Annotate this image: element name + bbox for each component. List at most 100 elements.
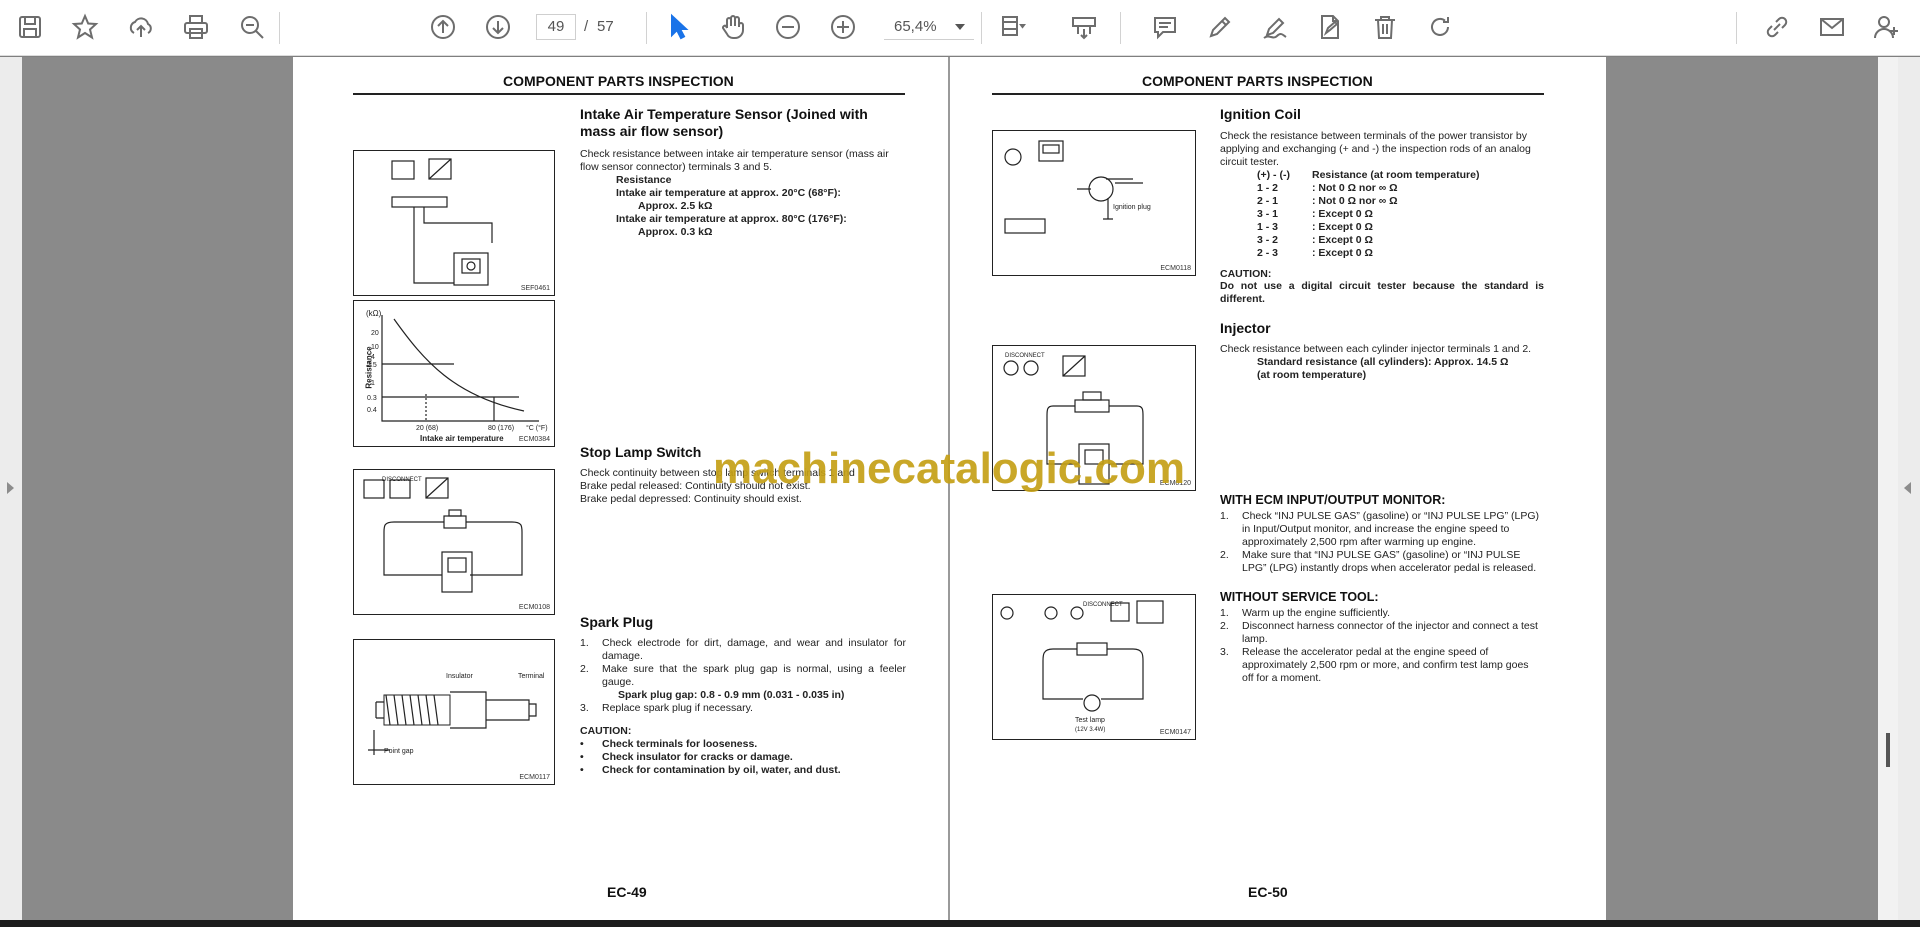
list-text: Check terminals for looseness. <box>602 738 758 750</box>
page-title: COMPONENT PARTS INSPECTION <box>503 73 734 89</box>
list-text: approximately 2,500 rpm or more, and con… <box>1242 659 1529 671</box>
table-row: 3 - 1: Except 0 Ω <box>1257 208 1557 221</box>
scrollbar-thumb[interactable] <box>1886 733 1890 767</box>
body-text: (at room temperature) <box>1257 369 1367 381</box>
list-item: 3. Replace spark plug if necessary. <box>580 702 906 715</box>
chevron-left-icon[interactable] <box>7 482 14 494</box>
list-item: 2. Make sure that the spark plug gap is n… <box>580 663 906 689</box>
fit-page-icon[interactable] <box>996 10 1030 44</box>
list-item: • Check for contamination by oil, water, … <box>580 764 906 777</box>
figure-test-lamp: DISCONNECT Test lamp (12V 3.4W) ECM0147 <box>992 594 1196 740</box>
section-heading: Intake Air Temperature Sensor (Joined wi… <box>580 106 868 122</box>
scroll-mode-icon[interactable] <box>1067 10 1101 44</box>
section-heading: mass air flow sensor) <box>580 123 724 139</box>
figure-label: Ignition plug <box>1113 204 1151 211</box>
table-cell: 1 - 3 <box>1257 221 1279 233</box>
list-text: Disconnect harness connector of the inje… <box>1242 620 1538 632</box>
table-row: 1 - 2: Not 0 Ω nor ∞ Ω <box>1257 182 1557 195</box>
add-user-icon[interactable] <box>1870 10 1904 44</box>
table-row: 2 - 3: Except 0 Ω <box>1257 247 1557 260</box>
table-header: Resistance (at room temperature) <box>1312 169 1480 181</box>
list-item: approximately 2,500 rpm after warming up… <box>1220 536 1544 549</box>
table-cell: : Except 0 Ω <box>1312 208 1373 220</box>
table-cell: 2 - 1 <box>1257 195 1279 207</box>
title-rule <box>353 93 905 95</box>
mail-icon[interactable] <box>1815 10 1849 44</box>
figure-caption: ECM0384 <box>518 436 550 443</box>
sign-icon[interactable] <box>1258 10 1292 44</box>
page-down-icon[interactable] <box>481 10 515 44</box>
chevron-right-icon[interactable] <box>1904 482 1911 494</box>
toolbar: 49 / 57 65,4% <box>0 0 1920 56</box>
pen-icon[interactable] <box>1203 10 1237 44</box>
list-number: 2. <box>580 663 589 675</box>
delete-icon[interactable] <box>1368 10 1402 44</box>
page-number: EC-50 <box>1248 884 1288 900</box>
body-text: Approx. 2.5 kΩ <box>638 200 713 212</box>
fill-sign-icon[interactable] <box>1313 10 1347 44</box>
figure-resistance-graph: (kΩ) Resistance 20 10 4 2.5 1 0.3 0.4 20… <box>353 300 555 447</box>
section-heading: Spark Plug <box>580 614 654 630</box>
page-up-icon[interactable] <box>426 10 460 44</box>
share-link-icon[interactable] <box>1760 10 1794 44</box>
vertical-scrollbar[interactable] <box>1878 57 1898 920</box>
section-heading: Ignition Coil <box>1220 106 1301 122</box>
section-heading: Stop Lamp Switch <box>580 444 702 460</box>
list-item: 1. Check electrode for dirt, damage, and … <box>580 637 906 663</box>
table-cell: 1 - 2 <box>1257 182 1279 194</box>
save-icon[interactable] <box>13 10 47 44</box>
figure-ignition-coil: Ignition plug ECM0118 <box>992 130 1196 276</box>
zoom-out-icon[interactable] <box>771 10 805 44</box>
list-item: in Input/Output monitor, and increase th… <box>1220 523 1544 536</box>
zoom-in-icon[interactable] <box>826 10 860 44</box>
rotate-icon[interactable] <box>1423 10 1457 44</box>
table-row: 2 - 1: Not 0 Ω nor ∞ Ω <box>1257 195 1557 208</box>
table-cell: 3 - 2 <box>1257 234 1279 246</box>
figure-caption: ECM0147 <box>1159 729 1191 736</box>
list-number: 1. <box>580 637 589 649</box>
section-heading: WITH ECM INPUT/OUTPUT MONITOR: <box>1220 493 1446 507</box>
figure-label: (12V 3.4W) <box>1075 727 1106 733</box>
page-separator: / <box>584 18 589 35</box>
caution-list: • Check terminals for looseness. • Check in… <box>580 738 906 777</box>
list-text: Warm up the engine sufficiently. <box>1242 607 1391 619</box>
list-text: off for a moment. <box>1242 672 1322 684</box>
list-number <box>1220 523 1242 536</box>
y-tick: 2.5 <box>367 362 377 369</box>
figure-label: Terminal <box>518 673 545 680</box>
list-item: 1. Warm up the engine sufficiently. <box>1220 607 1544 620</box>
axis-unit: (kΩ) <box>366 309 382 318</box>
body-text: Check the resistance between terminals o… <box>1220 130 1527 142</box>
list-item: 1. Check “INJ PULSE GAS” (gasoline) or “I… <box>1220 510 1544 523</box>
print-icon[interactable] <box>179 10 213 44</box>
list-text: in Input/Output monitor, and increase th… <box>1242 523 1510 535</box>
figure-caption: ECM0108 <box>518 604 550 611</box>
list-number: 1. <box>1220 607 1229 619</box>
table-row: 1 - 3: Except 0 Ω <box>1257 221 1557 234</box>
pointer-icon[interactable] <box>661 10 695 44</box>
list-number <box>1220 633 1242 646</box>
caution-label: CAUTION: <box>580 725 632 737</box>
hand-icon[interactable] <box>716 10 750 44</box>
bottom-bar <box>0 920 1920 927</box>
caution-text: Do not use a digital circuit tester beca… <box>1220 280 1544 292</box>
zoom-search-icon[interactable] <box>235 10 269 44</box>
list-number: 2. <box>1220 549 1229 561</box>
x-axis-label: Intake air temperature <box>420 434 504 443</box>
list-text: Check “INJ PULSE GAS” (gasoline) or “INJ… <box>1242 510 1539 522</box>
list-item: approximately 2,500 rpm or more, and con… <box>1220 659 1544 672</box>
list-number <box>1220 536 1242 549</box>
body-text: Approx. 0.3 kΩ <box>638 226 713 238</box>
page-number-input[interactable]: 49 <box>536 14 576 40</box>
spark-plug-steps: 1. Check electrode for dirt, damage, and … <box>580 637 906 715</box>
body-text: flow sensor connector) terminals 3 and 5… <box>580 161 773 173</box>
body-text: Intake air temperature at approx. 80°C (… <box>616 213 847 225</box>
upload-icon[interactable] <box>124 10 158 44</box>
list-item: 2. Make sure that “INJ PULSE GAS” (gasoli… <box>1220 549 1544 562</box>
comment-icon[interactable] <box>1148 10 1182 44</box>
list-number: • <box>580 738 584 750</box>
list-item: • Check terminals for looseness. <box>580 738 906 751</box>
star-icon[interactable] <box>68 10 102 44</box>
resistance-table: 1 - 2: Not 0 Ω nor ∞ Ω 2 - 1: Not 0 Ω nor… <box>1257 182 1557 260</box>
chevron-down-icon[interactable] <box>955 24 965 30</box>
